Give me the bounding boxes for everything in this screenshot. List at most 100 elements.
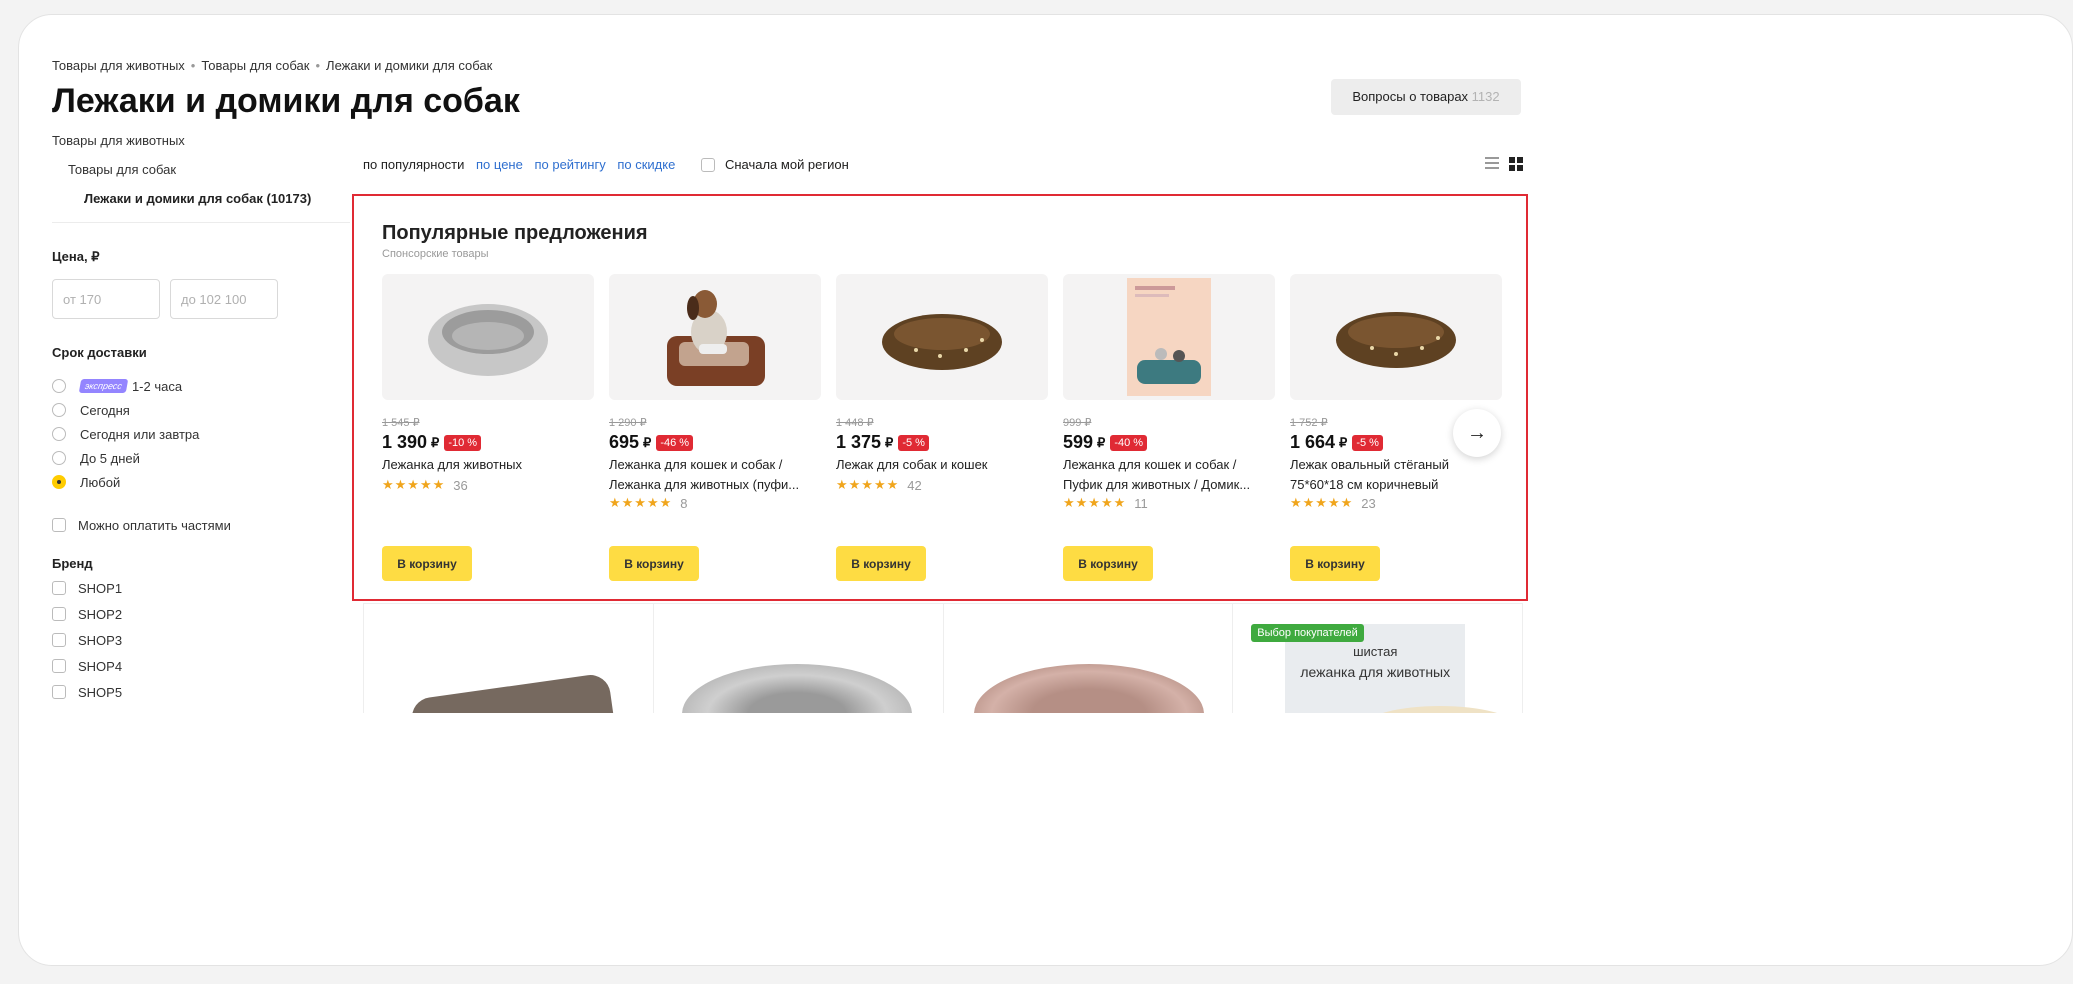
listing-card[interactable]: Выбор покупателей шистая лежанка для жив…: [1232, 604, 1523, 713]
customer-choice-badge: Выбор покупателей: [1251, 624, 1364, 642]
carousel-title: Популярные предложения: [382, 222, 648, 244]
product-name[interactable]: Лежанка для кошек и собак / Лежанка для …: [609, 455, 821, 495]
breadcrumb-item-dogs[interactable]: Товары для собак: [201, 58, 309, 73]
grid-view-icon[interactable]: [1509, 157, 1523, 171]
delivery-option-today-tomorrow[interactable]: Сегодня или завтра: [52, 422, 342, 446]
quilted-oval-bed-image: [1336, 312, 1456, 368]
checkbox[interactable]: [52, 518, 66, 532]
delivery-option-label: 1-2 часа: [131, 378, 183, 394]
price-to-input[interactable]: [170, 279, 278, 319]
product-listing: Выбор покупателей шистая лежанка для жив…: [363, 603, 1523, 713]
currency: ₽: [1339, 434, 1348, 450]
product-name[interactable]: Лежак овальный стёганый 75*60*18 см кори…: [1290, 455, 1502, 495]
price: 1 390 ₽ -10 %: [382, 432, 594, 453]
product-card[interactable]: 999 ₽ 599 ₽ -40 % Лежанка для кошек и соба…: [1063, 274, 1275, 581]
checkbox[interactable]: [52, 607, 66, 621]
radio-button[interactable]: [52, 451, 66, 465]
bed-shape: [1365, 706, 1516, 713]
breadcrumb-separator: •: [190, 58, 196, 73]
carousel-subtitle: Спонсорские товары: [382, 248, 489, 260]
brand-checkbox-shop3[interactable]: SHOP3: [52, 627, 342, 653]
page-title: Лежаки и домики для собак: [52, 82, 520, 120]
rating: ★★★★★ 23: [1290, 495, 1502, 511]
add-to-cart-button[interactable]: В корзину: [1290, 546, 1380, 581]
currency: ₽: [431, 434, 440, 450]
breadcrumb-separator: •: [315, 58, 321, 73]
breadcrumb-item-beds[interactable]: Лежаки и домики для собак: [326, 58, 492, 73]
add-to-cart-button[interactable]: В корзину: [609, 546, 699, 581]
radio-button[interactable]: [52, 403, 66, 417]
bed-image[interactable]: [681, 664, 912, 713]
product-card[interactable]: 1 448 ₽ 1 375 ₽ -5 % Лежак для собак и кош…: [836, 274, 1048, 581]
breadcrumb-item-pets[interactable]: Товары для животных: [52, 58, 185, 73]
checkbox[interactable]: [52, 581, 66, 595]
product-image[interactable]: [609, 274, 821, 400]
product-card[interactable]: 1 752 ₽ 1 664 ₽ -5 % Лежак овальный стёган…: [1290, 274, 1502, 581]
delivery-option-any[interactable]: Любой: [52, 470, 342, 494]
listing-card[interactable]: [652, 604, 943, 713]
oval-bed-image: [882, 314, 1002, 370]
listing-card[interactable]: [363, 604, 653, 713]
product-image[interactable]: [382, 274, 594, 400]
radio-button-selected[interactable]: [52, 475, 66, 489]
price-value: 1 390: [382, 432, 428, 452]
product-name[interactable]: Лежанка для кошек и собак / Пуфик для жи…: [1063, 455, 1275, 495]
installments-label: Можно оплатить частями: [78, 517, 231, 533]
currency: ₽: [1097, 434, 1106, 450]
review-count: 8: [680, 495, 688, 511]
questions-button-label: Вопросы о товарах: [1352, 89, 1469, 104]
rating: ★★★★★ 11: [1063, 495, 1275, 511]
brand-label: SHOP2: [78, 606, 123, 622]
radio-button[interactable]: [52, 427, 66, 441]
radio-button[interactable]: [52, 379, 66, 393]
carousel-next-arrow-icon[interactable]: →: [1453, 409, 1501, 457]
bed-image[interactable]: [409, 672, 619, 713]
product-card[interactable]: 1 290 ₽ 695 ₽ -46 % Лежанка для кошек и со…: [609, 274, 821, 581]
discount-badge: -46 %: [656, 434, 694, 451]
add-to-cart-button[interactable]: В корзину: [382, 546, 472, 581]
delivery-option-today[interactable]: Сегодня: [52, 398, 342, 422]
category-current[interactable]: Лежаки и домики для собак (10173): [52, 191, 350, 223]
view-toggle: [1485, 157, 1523, 171]
brand-filter-title: Бренд: [52, 556, 93, 571]
checkbox[interactable]: [52, 685, 66, 699]
star-rating-icon: ★★★★★: [836, 477, 900, 492]
checkbox[interactable]: [52, 659, 66, 673]
list-view-icon[interactable]: [1485, 157, 1499, 171]
review-count: 23: [1361, 495, 1376, 511]
listing-card[interactable]: [942, 604, 1233, 713]
category-root[interactable]: Товары для животных: [52, 133, 342, 148]
category-parent[interactable]: Товары для собак: [52, 162, 342, 177]
product-image[interactable]: [1290, 274, 1502, 400]
region-checkbox-label[interactable]: Сначала мой регион: [725, 157, 849, 172]
checkbox[interactable]: [52, 633, 66, 647]
product-image[interactable]: [1063, 274, 1275, 400]
bed-image[interactable]: [973, 664, 1204, 713]
product-image[interactable]: [836, 274, 1048, 400]
delivery-option-5-days[interactable]: До 5 дней: [52, 446, 342, 470]
region-checkbox[interactable]: [700, 158, 715, 172]
brand-label: SHOP4: [78, 658, 123, 674]
breadcrumb: Товары для животных • Товары для собак • Леж…: [52, 58, 492, 73]
questions-button[interactable]: Вопросы о товарах 1132: [1331, 79, 1521, 115]
sort-popularity[interactable]: по популярности: [363, 157, 464, 172]
price-from-input[interactable]: [52, 279, 160, 319]
price-filter: [52, 279, 342, 319]
brand-checkbox-shop2[interactable]: SHOP2: [52, 601, 342, 627]
price-value: 1 664: [1290, 432, 1336, 452]
add-to-cart-button[interactable]: В корзину: [836, 546, 926, 581]
sort-price[interactable]: по цене: [476, 157, 523, 172]
delivery-option-1-2-hours[interactable]: экспресс 1-2 часа: [52, 374, 342, 398]
product-card[interactable]: 1 545 ₽ 1 390 ₽ -10 % Лежанка для животных…: [382, 274, 594, 581]
discount-badge: -5 %: [1352, 434, 1383, 451]
sort-rating[interactable]: по рейтингу: [534, 157, 605, 172]
delivery-option-label: Сегодня или завтра: [80, 426, 200, 442]
installments-checkbox[interactable]: Можно оплатить частями: [52, 512, 342, 538]
brand-label: SHOP5: [78, 684, 123, 700]
add-to-cart-button[interactable]: В корзину: [1063, 546, 1153, 581]
brand-checkbox-shop5[interactable]: SHOP5: [52, 679, 342, 705]
sort-discount[interactable]: по скидке: [617, 157, 675, 172]
price: 1 375 ₽ -5 %: [836, 432, 1048, 453]
brand-checkbox-shop1[interactable]: SHOP1: [52, 575, 342, 601]
brand-checkbox-shop4[interactable]: SHOP4: [52, 653, 342, 679]
